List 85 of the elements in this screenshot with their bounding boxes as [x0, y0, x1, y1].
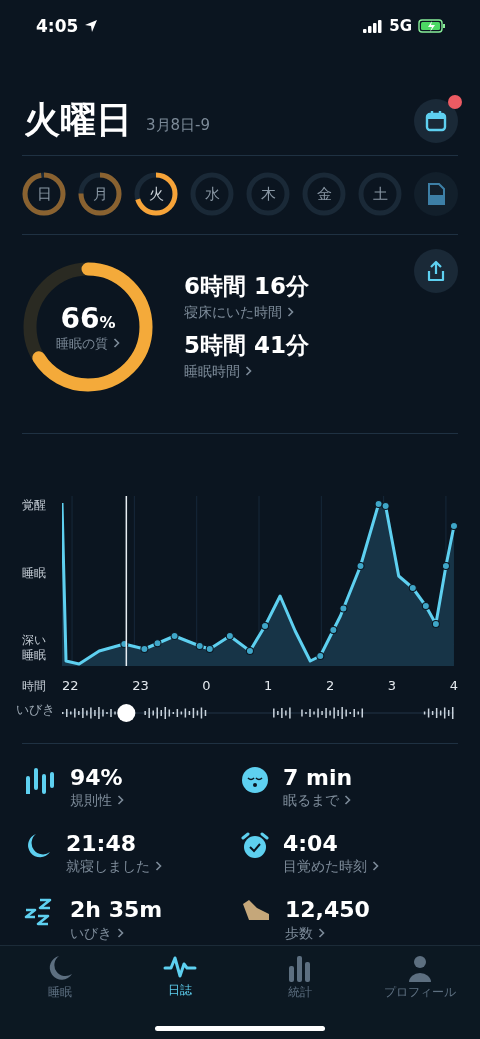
metric-link[interactable]: 睡眠時間: [184, 363, 458, 381]
share-icon: [426, 260, 446, 282]
stat-link[interactable]: いびき: [70, 924, 163, 943]
stat-value: 12,450: [285, 898, 370, 923]
status-time: 4:05: [36, 16, 79, 36]
day-button[interactable]: 月: [78, 172, 122, 216]
graph-point: [449, 522, 458, 530]
chevron-icon: [344, 795, 351, 806]
hour-label: 0: [202, 678, 211, 695]
alarm-clock-icon: [241, 832, 269, 861]
chevron-icon: [287, 307, 294, 317]
hour-label: 3: [387, 678, 397, 695]
chevron-icon: [117, 795, 124, 806]
tab-bar-item[interactable]: 統計: [240, 954, 360, 1008]
signal-icon: [363, 19, 384, 33]
graph-point: [356, 562, 365, 570]
chevron-icon: [245, 366, 252, 376]
bar-chart-icon: [287, 954, 313, 982]
calendar-icon: [425, 109, 447, 132]
day-button[interactable]: 水: [190, 172, 234, 216]
graph-point: [431, 620, 440, 628]
graph-axis-label: 睡眠: [22, 565, 47, 580]
graph-point: [153, 639, 162, 648]
graph-point: [316, 652, 325, 660]
chevron-icon: [318, 927, 325, 938]
hour-label: 22: [62, 678, 79, 695]
hour-label: 2: [325, 678, 335, 695]
graph-point: [261, 622, 270, 630]
quality-link[interactable]: 睡眠の質: [56, 334, 120, 353]
battery-charging-icon: [418, 19, 446, 33]
chevron-icon: [117, 927, 124, 938]
stat-link[interactable]: 眠るまで: [283, 792, 353, 811]
report-button[interactable]: [414, 172, 458, 216]
graph-point: [225, 632, 234, 640]
metric-value: 6時間 16分: [184, 272, 311, 301]
tab-bar-item[interactable]: プロフィール: [360, 954, 480, 1008]
day-button[interactable]: 日: [22, 172, 66, 216]
snore-label: いびき: [16, 701, 56, 719]
graph-point: [441, 562, 450, 570]
stat-value: 21:48: [66, 832, 138, 857]
stat-value: 7 min: [283, 766, 353, 791]
stat-link[interactable]: 規則性: [70, 792, 124, 811]
moon-icon: [47, 954, 73, 982]
tab-bar-item[interactable]: 睡眠: [0, 954, 120, 1008]
person-icon: [407, 954, 433, 982]
quality-value: 66%: [60, 301, 116, 335]
location-arrow-icon: [84, 19, 99, 33]
graph-axis-label: 深い睡眠: [22, 633, 47, 662]
graph-point: [140, 645, 149, 653]
graph-point: [339, 604, 348, 613]
graph-axis-label: 覚醒: [22, 498, 47, 513]
stat-value: 94%: [70, 766, 124, 791]
hour-label: 4: [449, 678, 458, 695]
chevron-icon: [113, 337, 120, 348]
network-type: 5G: [389, 17, 412, 35]
stat-link[interactable]: 歩数: [285, 924, 370, 943]
bars-icon: [24, 766, 56, 794]
stat-value: 4:04: [283, 832, 339, 857]
date-range: 3月8日-9: [146, 116, 212, 135]
wave-icon: [163, 954, 197, 980]
day-title: 火曜日: [24, 98, 132, 142]
graph-point: [170, 632, 179, 640]
hour-label: 23: [132, 678, 149, 695]
graph-point: [408, 584, 417, 592]
tab-bar-item[interactable]: 日誌: [120, 954, 240, 1008]
stat-link[interactable]: 目覚めた時刻: [283, 858, 379, 877]
document-icon: [427, 183, 445, 205]
share-button[interactable]: [414, 249, 458, 293]
graph-axis-title: 時間: [22, 678, 47, 695]
day-button[interactable]: 木: [246, 172, 290, 216]
chevron-icon: [372, 861, 379, 872]
stat-value: 2h 35m: [70, 898, 163, 923]
graph-point: [245, 647, 254, 655]
sleepy-face-icon: [241, 766, 269, 794]
day-button[interactable]: 金: [302, 172, 346, 216]
day-button[interactable]: 土: [358, 172, 402, 216]
graph-point: [421, 602, 430, 610]
day-button[interactable]: 火: [134, 172, 178, 216]
chevron-icon: [155, 861, 162, 872]
metric-value: 5時間 41分: [184, 331, 311, 360]
graph-point: [329, 626, 338, 634]
stat-link[interactable]: 就寝しました: [66, 858, 162, 877]
hour-label: 1: [264, 678, 273, 695]
graph-point: [120, 640, 129, 648]
metric-link[interactable]: 寝床にいた時間: [184, 304, 458, 322]
